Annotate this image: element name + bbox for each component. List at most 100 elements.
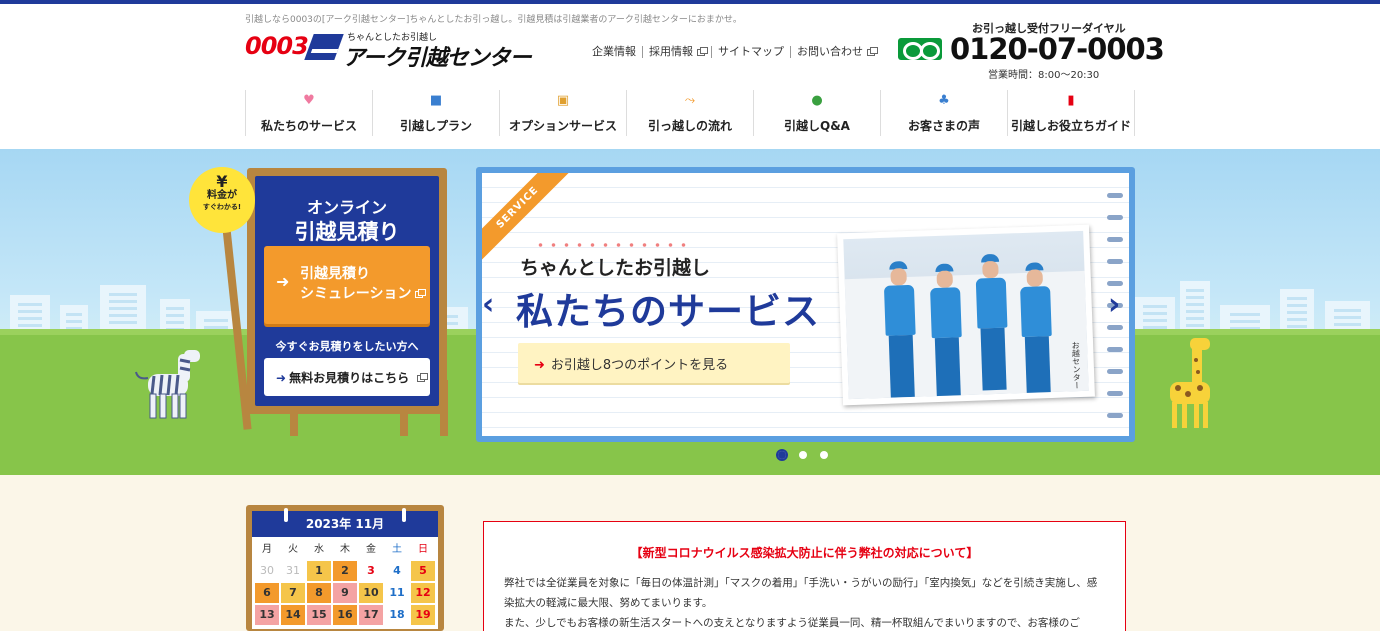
calendar-day: 10 — [359, 583, 383, 603]
slider-next-button[interactable]: › — [1108, 290, 1120, 320]
calendar-day: 3 — [367, 564, 375, 577]
online-estimate-board: オンライン 引越見積り ➜ 引越見積り シミュレーション 今すぐお見積りをしたい… — [247, 168, 447, 414]
truck-icon: ■ — [429, 93, 443, 108]
flow-arrow-icon: ⤳ — [684, 93, 696, 108]
slider-dot-1[interactable] — [776, 449, 788, 461]
calendar-day: 19 — [411, 605, 435, 625]
price-badge: ¥ 料金が すぐわかる! — [189, 167, 255, 233]
nav-item-faq[interactable]: ● 引越しQ&A — [753, 90, 880, 136]
notice-title: 【新型コロナウイルス感染拡大防止に伴う弊社の対応について】 — [630, 546, 979, 560]
zebra-icon — [135, 350, 200, 419]
covid-notice: 【新型コロナウイルス感染拡大防止に伴う弊社の対応について】 弊社では全従業員を対… — [483, 521, 1126, 631]
nav-item-guide[interactable]: ▮ 引越しお役立ちガイド — [1007, 90, 1135, 136]
service-ribbon: SERVICE — [482, 173, 576, 266]
notice-body: 弊社では全従業員を対象に「毎日の体温計測」「マスクの着用」「手洗い・うがいの励行… — [504, 573, 1105, 631]
heart-icon: ♥ — [303, 93, 315, 108]
chevron-left-icon: ‹ — [482, 287, 495, 322]
estimate-simulation-button[interactable]: ➜ 引越見積り シミュレーション — [264, 246, 430, 324]
arrow-right-icon: ➜ — [276, 272, 290, 291]
staff-figure — [926, 263, 965, 400]
nav-item-plans[interactable]: ■ 引越しプラン — [372, 90, 499, 136]
nav-item-flow[interactable]: ⤳ 引っ越しの流れ — [626, 90, 753, 136]
calendar-ring-icon — [284, 508, 288, 522]
site-logo[interactable]: 0003 ちゃんとしたお引越し アーク引越センター — [245, 30, 535, 71]
decorative-dots — [534, 243, 694, 247]
free-estimate-button[interactable]: ➜ 無料お見積りはこちら — [264, 358, 430, 396]
top-accent-bar — [0, 0, 1380, 4]
slide-services[interactable]: SERVICE ちゃんとしたお引越し 私たちのサービス ➜ お引越し8つのポイント… — [482, 173, 1129, 436]
arrow-right-icon: ➜ — [276, 371, 287, 385]
business-hours: 営業時間：8:00～20:30 — [988, 70, 1100, 81]
freedial-icon — [898, 38, 942, 60]
question-icon: ● — [811, 93, 823, 108]
slide-subtitle: ちゃんとしたお引越し — [520, 257, 711, 279]
customers-icon: ♣ — [938, 93, 950, 108]
staff-figure — [972, 253, 1011, 391]
global-nav: ♥ 私たちのサービス ■ 引越しプラン ▣ オプションサービス ⤳ 引っ越しの流れ ● 引… — [245, 90, 1135, 136]
calendar-day: 30 — [260, 564, 274, 577]
calendar-day: 11 — [389, 586, 405, 599]
nav-item-voices[interactable]: ♣ お客さまの声 — [880, 90, 1007, 136]
logo-number: 0003 — [245, 32, 309, 60]
slider-dots — [776, 449, 830, 461]
calendar-weekday: 木 — [340, 544, 350, 555]
yen-icon: ¥ — [216, 172, 228, 191]
staff-photo: お越センター — [837, 224, 1095, 406]
calendar-weekday: 月 — [262, 544, 272, 555]
external-link-icon — [697, 46, 708, 56]
board-title-estimate: 引越見積り — [294, 220, 400, 244]
logo-name: アーク引越センター — [343, 46, 532, 71]
staff-figure — [1016, 262, 1055, 399]
calendar-weekday: 水 — [314, 544, 324, 555]
slide-title: 私たちのサービス — [516, 290, 820, 333]
calendar-day: 9 — [333, 583, 357, 603]
external-link-icon — [417, 373, 429, 382]
calendar-day: 14 — [281, 605, 305, 625]
calendar-weekday: 土 — [392, 544, 402, 555]
slider-dot-3[interactable] — [818, 449, 830, 461]
guide-book-icon: ▮ — [1067, 93, 1075, 108]
calendar-day: 5 — [411, 561, 435, 581]
calendar-day: 17 — [359, 605, 383, 625]
calendar-ring-icon — [402, 508, 406, 522]
slider-prev-button[interactable]: ‹ — [482, 290, 494, 320]
calendar-day: 8 — [307, 583, 331, 603]
util-link-recruit[interactable]: 採用情報 — [642, 46, 711, 58]
nav-item-options[interactable]: ▣ オプションサービス — [499, 90, 626, 136]
phone-number[interactable]: 0120-07-0003 — [950, 32, 1165, 66]
calendar-header: 2023年 11月 — [252, 508, 438, 537]
site-tagline: 引越しなら0003の[アーク引越センター]ちゃんとしたお引っ越し。引越見積は引越… — [245, 15, 742, 25]
calendar-day: 31 — [286, 564, 300, 577]
logo-swoosh-icon — [304, 34, 344, 60]
staff-figure — [880, 261, 919, 398]
notice-paragraph: また、少しでもお客様の新生活スタートへの支えとなりますよう従業員一同、精一杯取組… — [504, 617, 1080, 629]
giraffe-icon — [1170, 338, 1210, 428]
calendar-day: 15 — [307, 605, 331, 625]
calendar-day: 4 — [393, 564, 401, 577]
moving-points-button[interactable]: ➜ お引越し8つのポイントを見る — [518, 343, 790, 383]
calendar-day: 2 — [333, 561, 357, 581]
calendar-weekday: 金 — [366, 544, 376, 555]
calendar-day: 7 — [281, 583, 305, 603]
calendar-day: 12 — [411, 583, 435, 603]
slider-dot-2[interactable] — [797, 449, 809, 461]
business-calendar: 2023年 11月 月火水木金土日 30 31 1 2 3 4 5 6 7 8 9 10 11 12 13 14… — [246, 505, 444, 631]
calendar-day: 13 — [255, 605, 279, 625]
board-title-online: オンライン — [306, 198, 387, 217]
calendar-day: 18 — [389, 608, 405, 621]
hero-slider: SERVICE ちゃんとしたお引越し 私たちのサービス ➜ お引越し8つのポイント… — [476, 167, 1135, 442]
calendar-month: 2023年 11月 — [305, 517, 385, 531]
util-link-sitemap[interactable]: サイトマップ — [711, 46, 790, 58]
box-icon: ▣ — [556, 93, 570, 108]
nav-item-services[interactable]: ♥ 私たちのサービス — [245, 90, 372, 136]
external-link-icon — [867, 46, 878, 56]
board-now-text: 今すぐお見積りをしたい方へ — [275, 340, 419, 353]
arrow-right-icon: ➜ — [534, 358, 545, 373]
calendar-day: 1 — [307, 561, 331, 581]
util-link-company[interactable]: 企業情報 — [592, 46, 642, 58]
calendar-weekday: 火 — [288, 544, 298, 555]
chevron-right-icon: › — [1108, 287, 1121, 322]
util-link-contact[interactable]: お問い合わせ — [790, 46, 881, 58]
external-link-icon — [415, 289, 427, 298]
calendar-grid: 月火水木金土日 30 31 1 2 3 4 5 6 7 8 9 10 11 12 13 14 15 16 17 18 19 — [252, 537, 438, 629]
